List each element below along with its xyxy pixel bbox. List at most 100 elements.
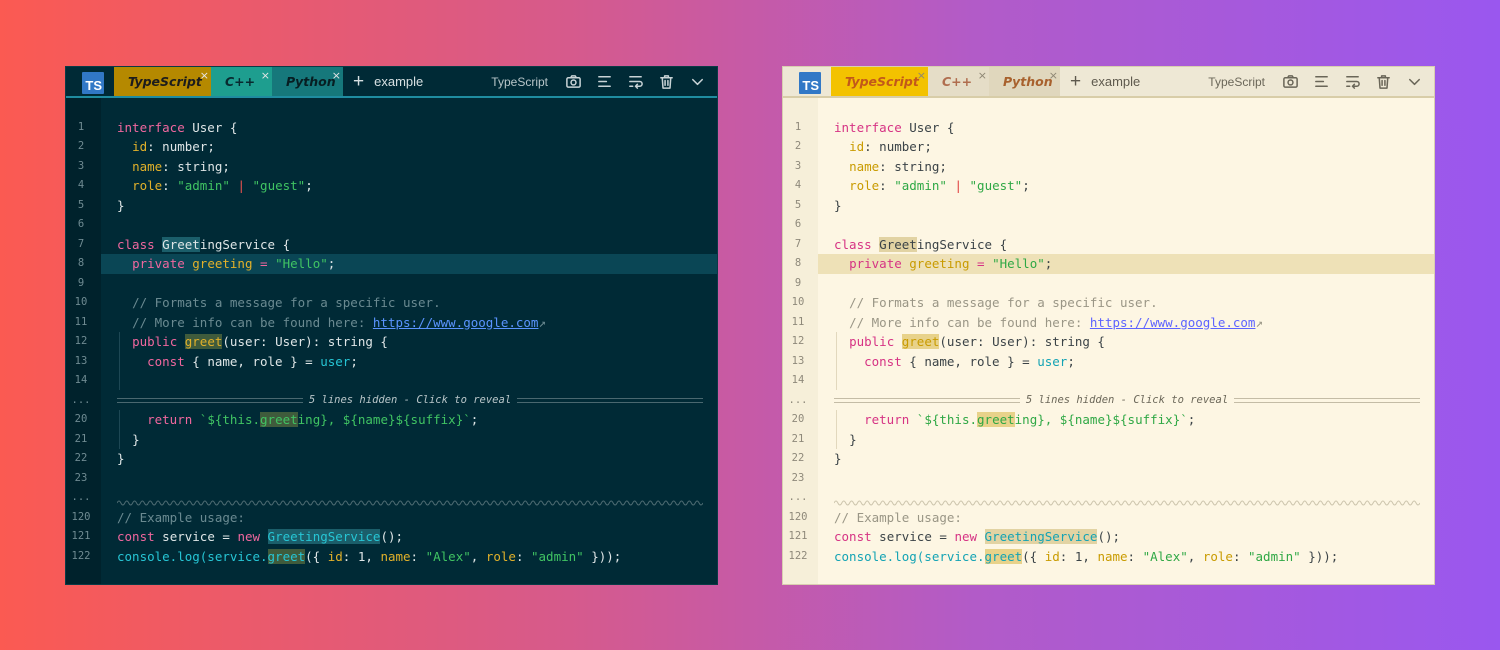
fold-ellipsis: ... [71, 393, 91, 406]
code-line: // More info can be found here: https://… [132, 314, 546, 330]
add-tab-button[interactable]: + [343, 67, 370, 96]
code-line: // More info can be found here: https://… [849, 314, 1263, 330]
code-line: const service = new GreetingService(); [117, 529, 404, 544]
line-number: 6 [77, 218, 85, 230]
line-number: 8 [794, 257, 802, 269]
wrap-icon[interactable] [625, 72, 645, 92]
line-number: 21 [791, 432, 805, 445]
filename-label[interactable]: example [1087, 67, 1140, 96]
fold-region-toggle[interactable]: 5 lines hidden - Click to reveal [117, 391, 704, 411]
fold-ellipsis: ... [788, 393, 808, 406]
tab-python[interactable]: Python × [272, 67, 343, 96]
code-line: class GreetingService { [834, 236, 1008, 252]
line-number: 5 [794, 198, 802, 211]
close-icon[interactable]: × [1049, 69, 1058, 82]
code-editor-light: TS TypeScript × C++ × Python × + example… [782, 66, 1435, 585]
code-line: private greeting = "Hello"; [132, 256, 336, 271]
line-number: 14 [74, 374, 88, 386]
code-line: private greeting = "Hello"; [849, 256, 1053, 271]
line-number: 8 [77, 257, 85, 269]
typescript-logo: TS [82, 72, 104, 94]
line-number: 23 [74, 471, 88, 484]
code-editor-dark: TS TypeScript × C++ × Python × + example… [65, 66, 718, 585]
line-number: 12 [791, 335, 805, 347]
code-line: } [117, 197, 125, 213]
wrap-icon[interactable] [1342, 72, 1362, 92]
align-icon[interactable] [594, 72, 614, 92]
code-line: const service = new GreetingService(); [834, 529, 1121, 544]
line-number: 6 [794, 218, 802, 230]
code-line: interface User { [834, 119, 955, 135]
fold-region-toggle[interactable]: 5 lines hidden - Click to reveal [834, 391, 1421, 411]
code-line: public greet(user: User): string { [132, 334, 388, 349]
chevron-down-icon[interactable] [1404, 72, 1424, 92]
code-line: id: number; [132, 139, 215, 154]
filename-label[interactable]: example [370, 67, 423, 96]
code-line: } [849, 431, 857, 447]
language-selector[interactable]: TypeScript [1208, 75, 1265, 89]
close-icon[interactable]: × [261, 69, 270, 82]
tab-bar: TS TypeScript × C++ × Python × + example… [66, 67, 717, 98]
tab-cpp[interactable]: C++ × [211, 67, 272, 96]
line-number: 2 [794, 140, 802, 152]
code-line: } [117, 451, 125, 466]
tab-typescript[interactable]: TypeScript × [114, 67, 211, 96]
code-line: name: string; [849, 158, 947, 174]
fold-rule [517, 397, 704, 403]
camera-icon[interactable] [1280, 72, 1300, 92]
google-link[interactable]: https://www.google.com [1090, 315, 1256, 330]
close-icon[interactable]: × [200, 69, 209, 82]
close-icon[interactable]: × [917, 69, 926, 82]
code-line: interface User { [117, 119, 238, 135]
line-number: 3 [77, 159, 85, 172]
collapsed-gap-wave [116, 494, 704, 506]
line-number: 4 [77, 179, 85, 191]
code-line: class GreetingService { [117, 236, 291, 252]
line-number: 10 [74, 296, 88, 308]
code-line: return `${this.greeting}, ${name}${suffi… [864, 412, 1196, 427]
tab-cpp[interactable]: C++ × [928, 67, 989, 96]
tab-typescript[interactable]: TypeScript × [831, 67, 928, 96]
external-link-icon[interactable]: ↗ [538, 315, 546, 330]
code-line: } [834, 451, 842, 466]
add-tab-button[interactable]: + [1060, 67, 1087, 96]
line-number: 120 [71, 510, 91, 523]
external-link-icon[interactable]: ↗ [1255, 315, 1263, 330]
code-line: // Example usage: [834, 509, 962, 525]
fold-label: 5 lines hidden - Click to reveal [1025, 394, 1229, 407]
line-number: 7 [77, 237, 85, 250]
camera-icon[interactable] [563, 72, 583, 92]
google-link[interactable]: https://www.google.com [373, 315, 539, 330]
line-number: 22 [74, 452, 88, 464]
tab-label: Python [286, 74, 336, 89]
line-number: 4 [794, 179, 802, 191]
code-line: role: "admin" | "guest"; [849, 178, 1030, 193]
gap-ellipsis: ... [788, 491, 808, 503]
close-icon[interactable]: × [978, 69, 987, 82]
trash-icon[interactable] [656, 72, 676, 92]
code-line: role: "admin" | "guest"; [132, 178, 313, 193]
align-icon[interactable] [1311, 72, 1331, 92]
tab-python[interactable]: Python × [989, 67, 1060, 96]
code-line: console.log(service.greet({ id: 1, name:… [834, 548, 1339, 564]
code-line: return `${this.greeting}, ${name}${suffi… [147, 412, 479, 427]
line-number: 11 [74, 315, 88, 328]
line-number: 23 [791, 471, 805, 484]
language-selector[interactable]: TypeScript [491, 75, 548, 89]
code-line: public greet(user: User): string { [849, 334, 1105, 349]
code-line: } [132, 431, 140, 447]
fold-rule [834, 397, 1020, 403]
code-line: // Formats a message for a specific user… [849, 295, 1158, 310]
trash-icon[interactable] [1373, 72, 1393, 92]
gap-ellipsis: ... [71, 491, 91, 503]
chevron-down-icon[interactable] [687, 72, 707, 92]
line-number: 12 [74, 335, 88, 347]
code-line: // Example usage: [117, 509, 245, 525]
line-number: 7 [794, 237, 802, 250]
line-number: 9 [794, 276, 802, 289]
close-icon[interactable]: × [332, 69, 341, 82]
line-number: 3 [794, 159, 802, 172]
line-number: 121 [71, 530, 91, 542]
line-number: 13 [791, 354, 805, 367]
code-line: // Formats a message for a specific user… [132, 295, 441, 310]
